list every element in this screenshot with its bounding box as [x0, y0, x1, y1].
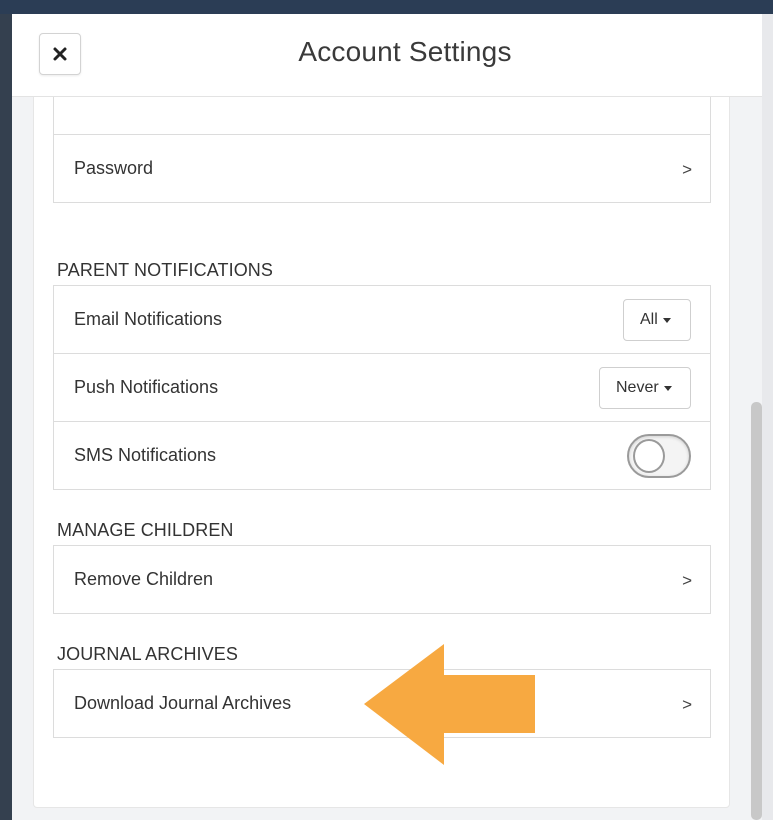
- manage-children-heading: MANAGE CHILDREN: [57, 520, 234, 540]
- email-notifications-dropdown[interactable]: All: [623, 299, 691, 341]
- caret-down-icon: [663, 385, 672, 391]
- page-backdrop-left: [0, 14, 12, 820]
- password-row[interactable]: Password >: [53, 134, 711, 203]
- parent-notifications-heading: PARENT NOTIFICATIONS: [57, 260, 274, 280]
- push-notifications-value: Never: [616, 379, 659, 396]
- sms-notifications-toggle[interactable]: [627, 434, 691, 478]
- journal-archives-heading: JOURNAL ARCHIVES: [57, 644, 238, 664]
- orange-arrow-annotation: [364, 644, 535, 765]
- remove-children-label: Remove Children: [74, 569, 214, 589]
- modal-header: Account Settings: [12, 14, 762, 97]
- account-settings-modal: Phone: Password > PARENT NOTIFICATIONS E…: [12, 14, 762, 820]
- push-notifications-dropdown[interactable]: Never: [599, 367, 691, 409]
- email-notifications-value: All: [640, 311, 658, 328]
- push-notifications-label: Push Notifications: [74, 377, 219, 397]
- remove-children-row[interactable]: Remove Children >: [53, 545, 711, 614]
- sms-notifications-label: SMS Notifications: [74, 445, 217, 465]
- page-backdrop-top: [0, 0, 773, 14]
- scrollbar-thumb[interactable]: [751, 402, 762, 820]
- password-label: Password: [74, 158, 154, 178]
- email-notifications-row: Email Notifications All: [53, 285, 711, 354]
- chevron-right-icon: >: [682, 160, 692, 179]
- page-title: Account Settings: [298, 36, 512, 67]
- download-journal-archives-label: Download Journal Archives: [74, 693, 292, 713]
- chevron-right-icon: >: [682, 695, 692, 714]
- toggle-knob: [633, 439, 665, 473]
- email-notifications-label: Email Notifications: [74, 309, 223, 329]
- caret-down-icon: [662, 317, 671, 323]
- page-backdrop-right: [762, 14, 773, 820]
- chevron-right-icon: >: [682, 571, 692, 590]
- push-notifications-row: Push Notifications Never: [53, 353, 711, 422]
- sms-notifications-row: SMS Notifications: [53, 421, 711, 490]
